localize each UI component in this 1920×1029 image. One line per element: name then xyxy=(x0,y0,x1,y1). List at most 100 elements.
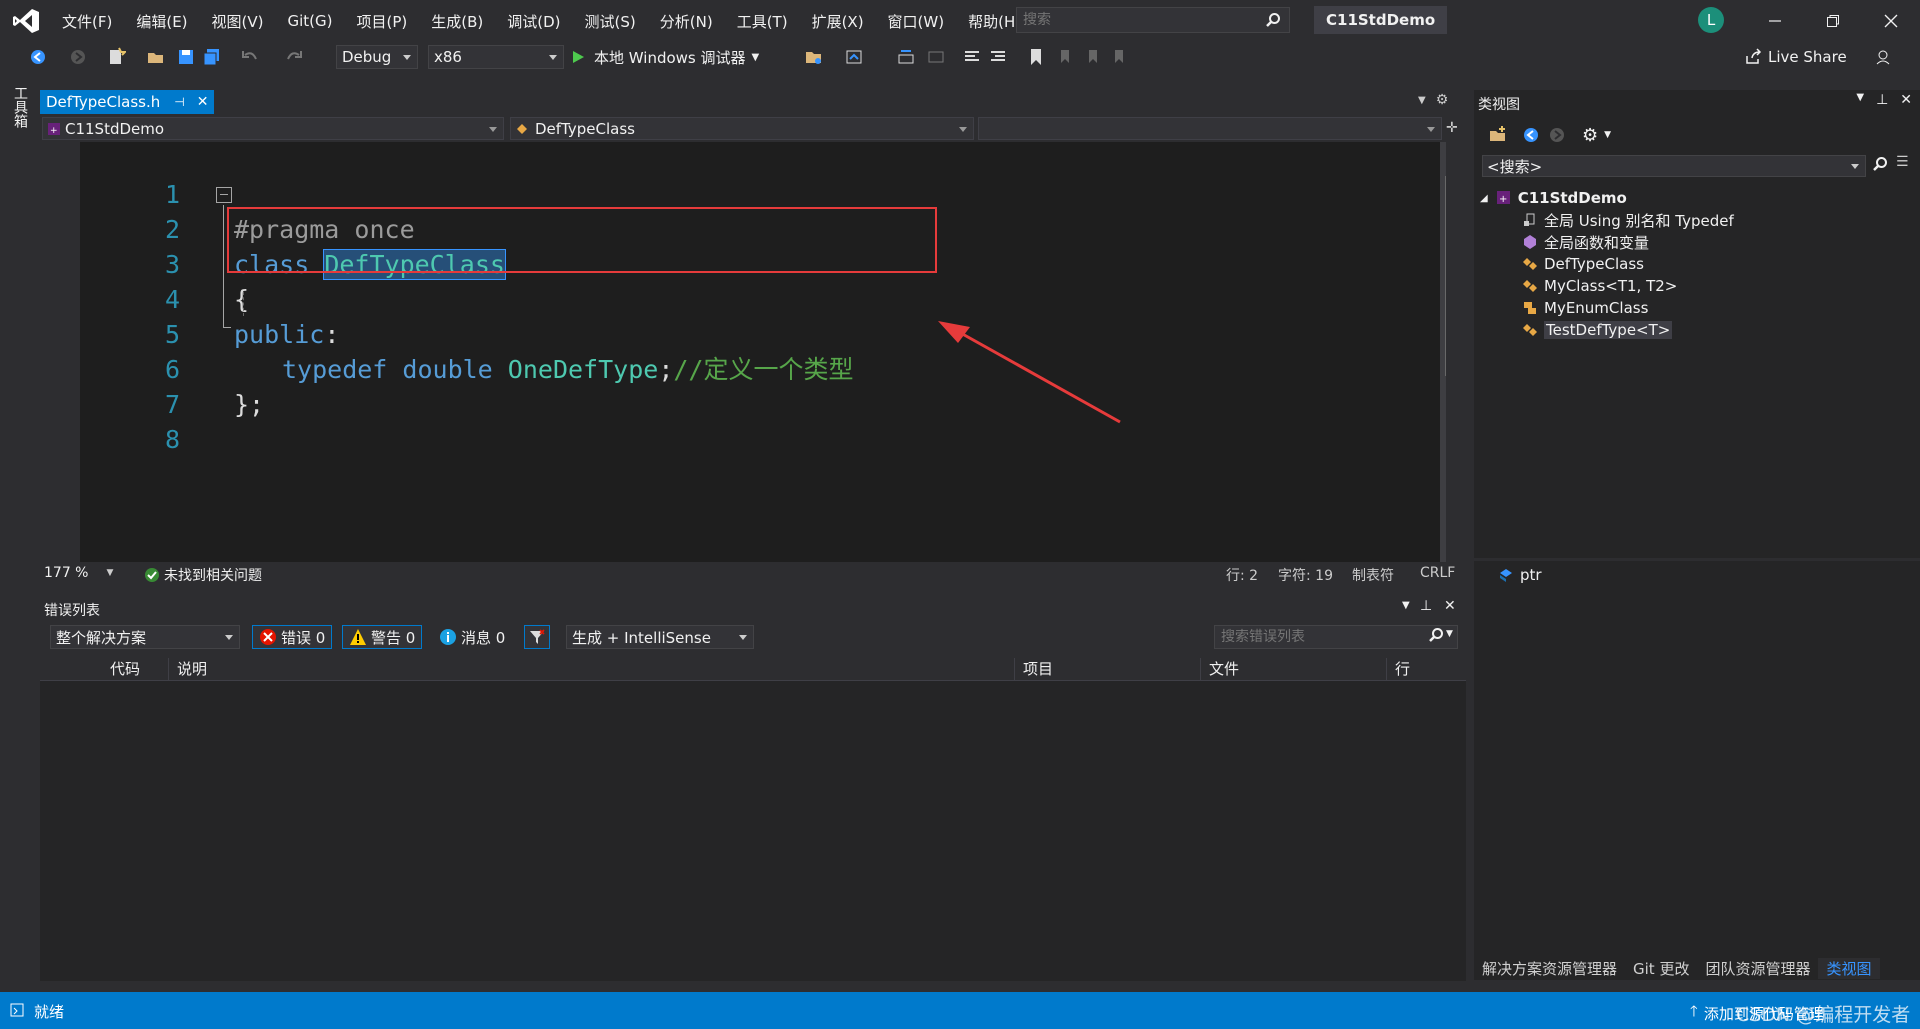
filter-toggle-button[interactable] xyxy=(524,625,550,649)
save-all-icon[interactable] xyxy=(202,47,222,67)
restore-button[interactable] xyxy=(1808,0,1858,42)
close-tab-icon[interactable]: ✕ xyxy=(197,94,209,110)
menu-file[interactable]: 文件(F) xyxy=(50,11,124,32)
step-over-icon[interactable] xyxy=(896,47,916,67)
tree-item-selected[interactable]: TestDefType<T> xyxy=(1522,319,1673,341)
tree-item[interactable]: 全局函数和变量 xyxy=(1522,231,1649,253)
pin-icon[interactable]: ⊥ xyxy=(1876,92,1888,108)
bookmark-icon[interactable] xyxy=(1026,47,1046,67)
uncomment-lines-icon[interactable] xyxy=(988,47,1008,67)
settings-gear-icon[interactable]: ⚙ xyxy=(1436,92,1449,108)
menu-tools[interactable]: 工具(T) xyxy=(725,11,800,32)
navigate-back-icon[interactable] xyxy=(1522,126,1540,144)
platform-select[interactable]: x86 xyxy=(428,45,564,69)
global-search-input[interactable] xyxy=(1017,11,1255,29)
new-project-icon[interactable] xyxy=(106,47,126,67)
code-line[interactable]: 8 xyxy=(80,387,1446,454)
expanded-triangle-icon[interactable]: ◢ xyxy=(1480,193,1488,204)
code-line[interactable]: 1 #pragma once xyxy=(80,142,1446,244)
search-icon[interactable] xyxy=(1872,156,1888,172)
column-line[interactable]: 行 xyxy=(1386,658,1435,680)
toolbox-tab[interactable]: 工具箱 xyxy=(10,86,30,128)
navigate-back-icon[interactable] xyxy=(28,47,48,67)
tree-root-node[interactable]: ◢ + C11StdDemo xyxy=(1480,187,1627,209)
warnings-filter-button[interactable]: 警告 0 xyxy=(342,625,423,649)
chevron-down-icon[interactable]: ▼ xyxy=(1604,130,1611,140)
column-code[interactable]: 代码 xyxy=(102,658,170,680)
tab-list-dropdown-icon[interactable]: ▼ xyxy=(1418,95,1426,106)
code-editor[interactable]: 1 #pragma once 2 class DefTypeClass 3 { … xyxy=(40,142,1446,562)
tab-team-explorer[interactable]: 团队资源管理器 xyxy=(1697,958,1818,979)
new-folder-icon[interactable] xyxy=(1488,125,1508,145)
class-view-splitter[interactable] xyxy=(1474,558,1920,561)
search-icon[interactable] xyxy=(1265,12,1281,28)
tab-class-view[interactable]: 类视图 xyxy=(1818,957,1880,979)
code-line[interactable]: 6 }; xyxy=(80,317,1446,419)
step-into-icon[interactable] xyxy=(926,47,946,67)
menu-analyze[interactable]: 分析(N) xyxy=(648,11,725,32)
next-bookmark-icon[interactable] xyxy=(1082,47,1102,67)
menu-project[interactable]: 项目(P) xyxy=(345,11,420,32)
open-file-icon[interactable] xyxy=(146,47,166,67)
user-avatar[interactable]: L xyxy=(1698,7,1724,33)
window-position-dropdown-icon[interactable]: ▼ xyxy=(1856,92,1864,108)
global-search-box[interactable] xyxy=(1016,7,1290,33)
menu-view[interactable]: 视图(V) xyxy=(200,11,276,32)
column-project[interactable]: 项目 xyxy=(1014,658,1203,680)
close-panel-icon[interactable]: ✕ xyxy=(1900,92,1912,108)
browser-home-icon[interactable] xyxy=(844,47,864,67)
search-icon[interactable] xyxy=(1428,627,1444,643)
live-share-button[interactable]: Live Share xyxy=(1744,45,1847,69)
scroll-thumb[interactable] xyxy=(1445,176,1446,376)
split-window-icon[interactable]: ✛ xyxy=(1446,120,1458,136)
navigate-forward-icon[interactable] xyxy=(1548,126,1566,144)
window-position-dropdown-icon[interactable]: ▼ xyxy=(1402,600,1410,611)
chevron-down-icon[interactable]: ▼ xyxy=(1446,629,1453,639)
comment-lines-icon[interactable] xyxy=(962,47,982,67)
error-scope-select[interactable]: 整个解决方案 xyxy=(50,625,240,649)
tab-solution-explorer[interactable]: 解决方案资源管理器 xyxy=(1474,958,1625,979)
messages-filter-button[interactable]: 消息 0 xyxy=(432,625,512,649)
settings-list-icon[interactable]: ☰ xyxy=(1896,154,1909,170)
tab-git-changes[interactable]: Git 更改 xyxy=(1625,958,1697,979)
column-description[interactable]: 说明 xyxy=(168,658,1037,680)
save-icon[interactable] xyxy=(176,47,196,67)
line-ending-indicator[interactable]: CRLF xyxy=(1420,565,1455,581)
class-scope-select[interactable]: DefTypeClass xyxy=(510,117,974,140)
redo-icon[interactable] xyxy=(284,47,304,67)
open-folder-icon[interactable] xyxy=(804,47,824,67)
menu-build[interactable]: 生成(B) xyxy=(419,11,495,32)
navigate-forward-icon[interactable] xyxy=(68,47,88,67)
code-line[interactable]: 7 xyxy=(80,352,1446,419)
zoom-select[interactable]: 177 % ▼ xyxy=(44,565,113,581)
member-scope-select[interactable] xyxy=(978,117,1442,140)
menu-git[interactable]: Git(G) xyxy=(276,12,345,30)
class-view-search[interactable]: <搜索> xyxy=(1482,155,1866,177)
previous-bookmark-icon[interactable] xyxy=(1054,47,1074,67)
start-debugging-button[interactable]: 本地 Windows 调试器 ▼ xyxy=(570,45,759,69)
feedback-icon[interactable] xyxy=(1874,47,1894,67)
settings-gear-icon[interactable]: ⚙ xyxy=(1582,125,1598,146)
tree-item[interactable]: DefTypeClass xyxy=(1522,253,1644,275)
close-panel-icon[interactable]: ✕ xyxy=(1444,598,1456,614)
collapse-region-icon[interactable] xyxy=(216,187,232,203)
code-line[interactable]: 5 typedef double OneDefType;//定义一个类型 xyxy=(80,282,1446,384)
editor-vertical-scrollbar[interactable]: ▲ ▼ xyxy=(1440,142,1446,562)
error-list-search-input[interactable] xyxy=(1215,626,1427,648)
tree-item[interactable]: MyEnumClass xyxy=(1522,297,1648,319)
member-item[interactable]: ptr xyxy=(1498,564,1542,586)
build-source-select[interactable]: 生成 + IntelliSense xyxy=(566,625,754,649)
menu-debug[interactable]: 调试(D) xyxy=(495,11,572,32)
errors-filter-button[interactable]: 错误 0 xyxy=(252,625,333,649)
tree-item[interactable]: MyClass<T1, T2> xyxy=(1522,275,1677,297)
pin-icon[interactable]: ⊣ xyxy=(174,95,184,109)
tab-mode-indicator[interactable]: 制表符 xyxy=(1352,565,1394,585)
menu-window[interactable]: 窗口(W) xyxy=(876,11,957,32)
error-list-body[interactable] xyxy=(40,681,1466,981)
minimize-button[interactable] xyxy=(1750,0,1800,42)
column-file[interactable]: 文件 xyxy=(1200,658,1389,680)
menu-test[interactable]: 测试(S) xyxy=(573,11,648,32)
pin-icon[interactable]: ⊥ xyxy=(1420,598,1432,614)
clear-bookmarks-icon[interactable] xyxy=(1108,47,1128,67)
project-scope-select[interactable]: + C11StdDemo xyxy=(42,117,504,140)
